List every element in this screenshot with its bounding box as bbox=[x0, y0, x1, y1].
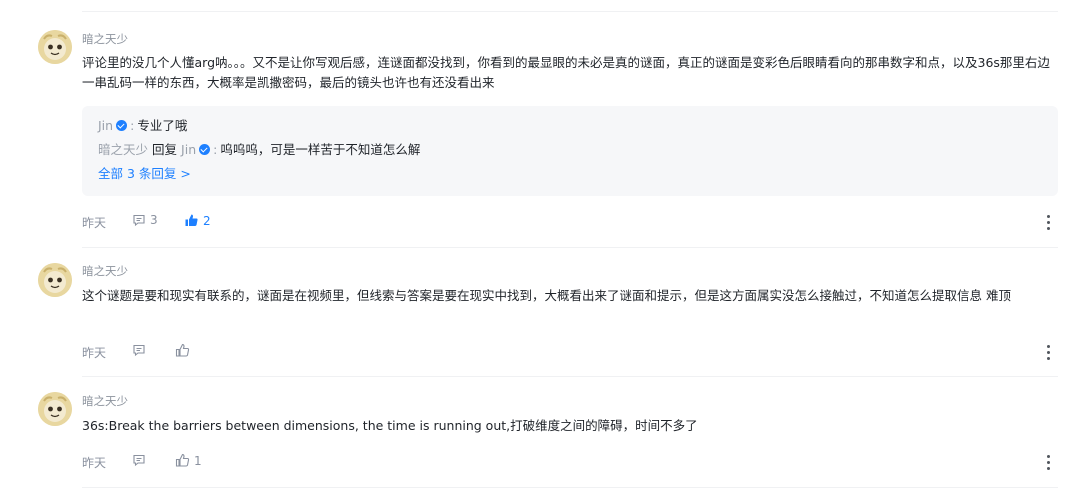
more-icon[interactable] bbox=[1046, 453, 1050, 470]
like-button[interactable]: 2 bbox=[184, 213, 211, 228]
like-button[interactable]: 1 bbox=[175, 453, 202, 468]
divider bbox=[82, 376, 1058, 377]
comment-icon bbox=[133, 344, 145, 357]
like-icon bbox=[185, 214, 198, 226]
reply-content: 专业了哦 bbox=[137, 118, 188, 133]
like-count: 1 bbox=[194, 453, 202, 468]
comment-footer: 昨天 bbox=[82, 343, 1058, 361]
avatar[interactable] bbox=[38, 30, 72, 64]
divider bbox=[82, 11, 1058, 12]
comment-author[interactable]: 暗之天少 bbox=[82, 31, 128, 47]
view-all-replies-link[interactable]: 全部 3 条回复 > bbox=[98, 165, 191, 183]
like-icon bbox=[175, 343, 190, 357]
reply-button[interactable] bbox=[132, 343, 150, 357]
reply-colon: : bbox=[130, 118, 135, 133]
comment-text: 36s:Break the barriers between dimension… bbox=[82, 418, 698, 433]
reply-author[interactable]: 暗之天少 bbox=[98, 142, 148, 157]
like-icon bbox=[175, 453, 190, 467]
comment-footer: 昨天 3 2 bbox=[82, 213, 1058, 231]
reply-colon: : bbox=[213, 142, 218, 157]
more-icon[interactable] bbox=[1046, 213, 1050, 230]
comment-author[interactable]: 暗之天少 bbox=[82, 263, 128, 279]
comment-time: 昨天 bbox=[82, 456, 107, 470]
avatar[interactable] bbox=[38, 263, 72, 297]
divider bbox=[82, 487, 1058, 488]
comment-author[interactable]: 暗之天少 bbox=[82, 393, 128, 409]
comment-text: 这个谜题是要和现实有联系的，谜面是在视频里，但线索与答案是要在现实中找到，大概看… bbox=[82, 288, 1011, 303]
reply-item: Jin: 专业了哦 bbox=[98, 117, 187, 135]
comment-time: 昨天 bbox=[82, 216, 107, 230]
more-icon[interactable] bbox=[1046, 343, 1050, 360]
divider bbox=[82, 247, 1058, 248]
comment-text: 评论里的没几个人懂arg呐。。。又不是让你写观后感，连谜面都没找到，你看到的最显… bbox=[82, 55, 1050, 90]
reply-item: 暗之天少 回复 Jin: 呜呜呜，可是一样苦于不知道怎么解 bbox=[98, 141, 420, 159]
verified-badge-icon bbox=[199, 144, 211, 155]
reply-content: 呜呜呜，可是一样苦于不知道怎么解 bbox=[220, 142, 421, 157]
reply-button[interactable]: 3 bbox=[132, 213, 158, 227]
avatar[interactable] bbox=[38, 392, 72, 426]
reply-word: 回复 bbox=[152, 142, 178, 157]
comment-icon bbox=[133, 454, 145, 467]
reply-target[interactable]: Jin bbox=[181, 142, 196, 157]
like-button[interactable] bbox=[175, 343, 194, 358]
reply-button[interactable] bbox=[132, 453, 150, 467]
reply-count: 3 bbox=[150, 213, 158, 227]
comment-time: 昨天 bbox=[82, 346, 107, 360]
comment-footer: 昨天 1 bbox=[82, 453, 1058, 471]
like-count: 2 bbox=[203, 213, 211, 228]
replies-box: Jin: 专业了哦 暗之天少 回复 Jin: 呜呜呜，可是一样苦于不知道怎么解 全部 3… bbox=[82, 106, 1058, 196]
reply-author[interactable]: Jin bbox=[98, 118, 113, 133]
comment-icon bbox=[133, 214, 145, 227]
verified-badge-icon bbox=[116, 120, 128, 131]
